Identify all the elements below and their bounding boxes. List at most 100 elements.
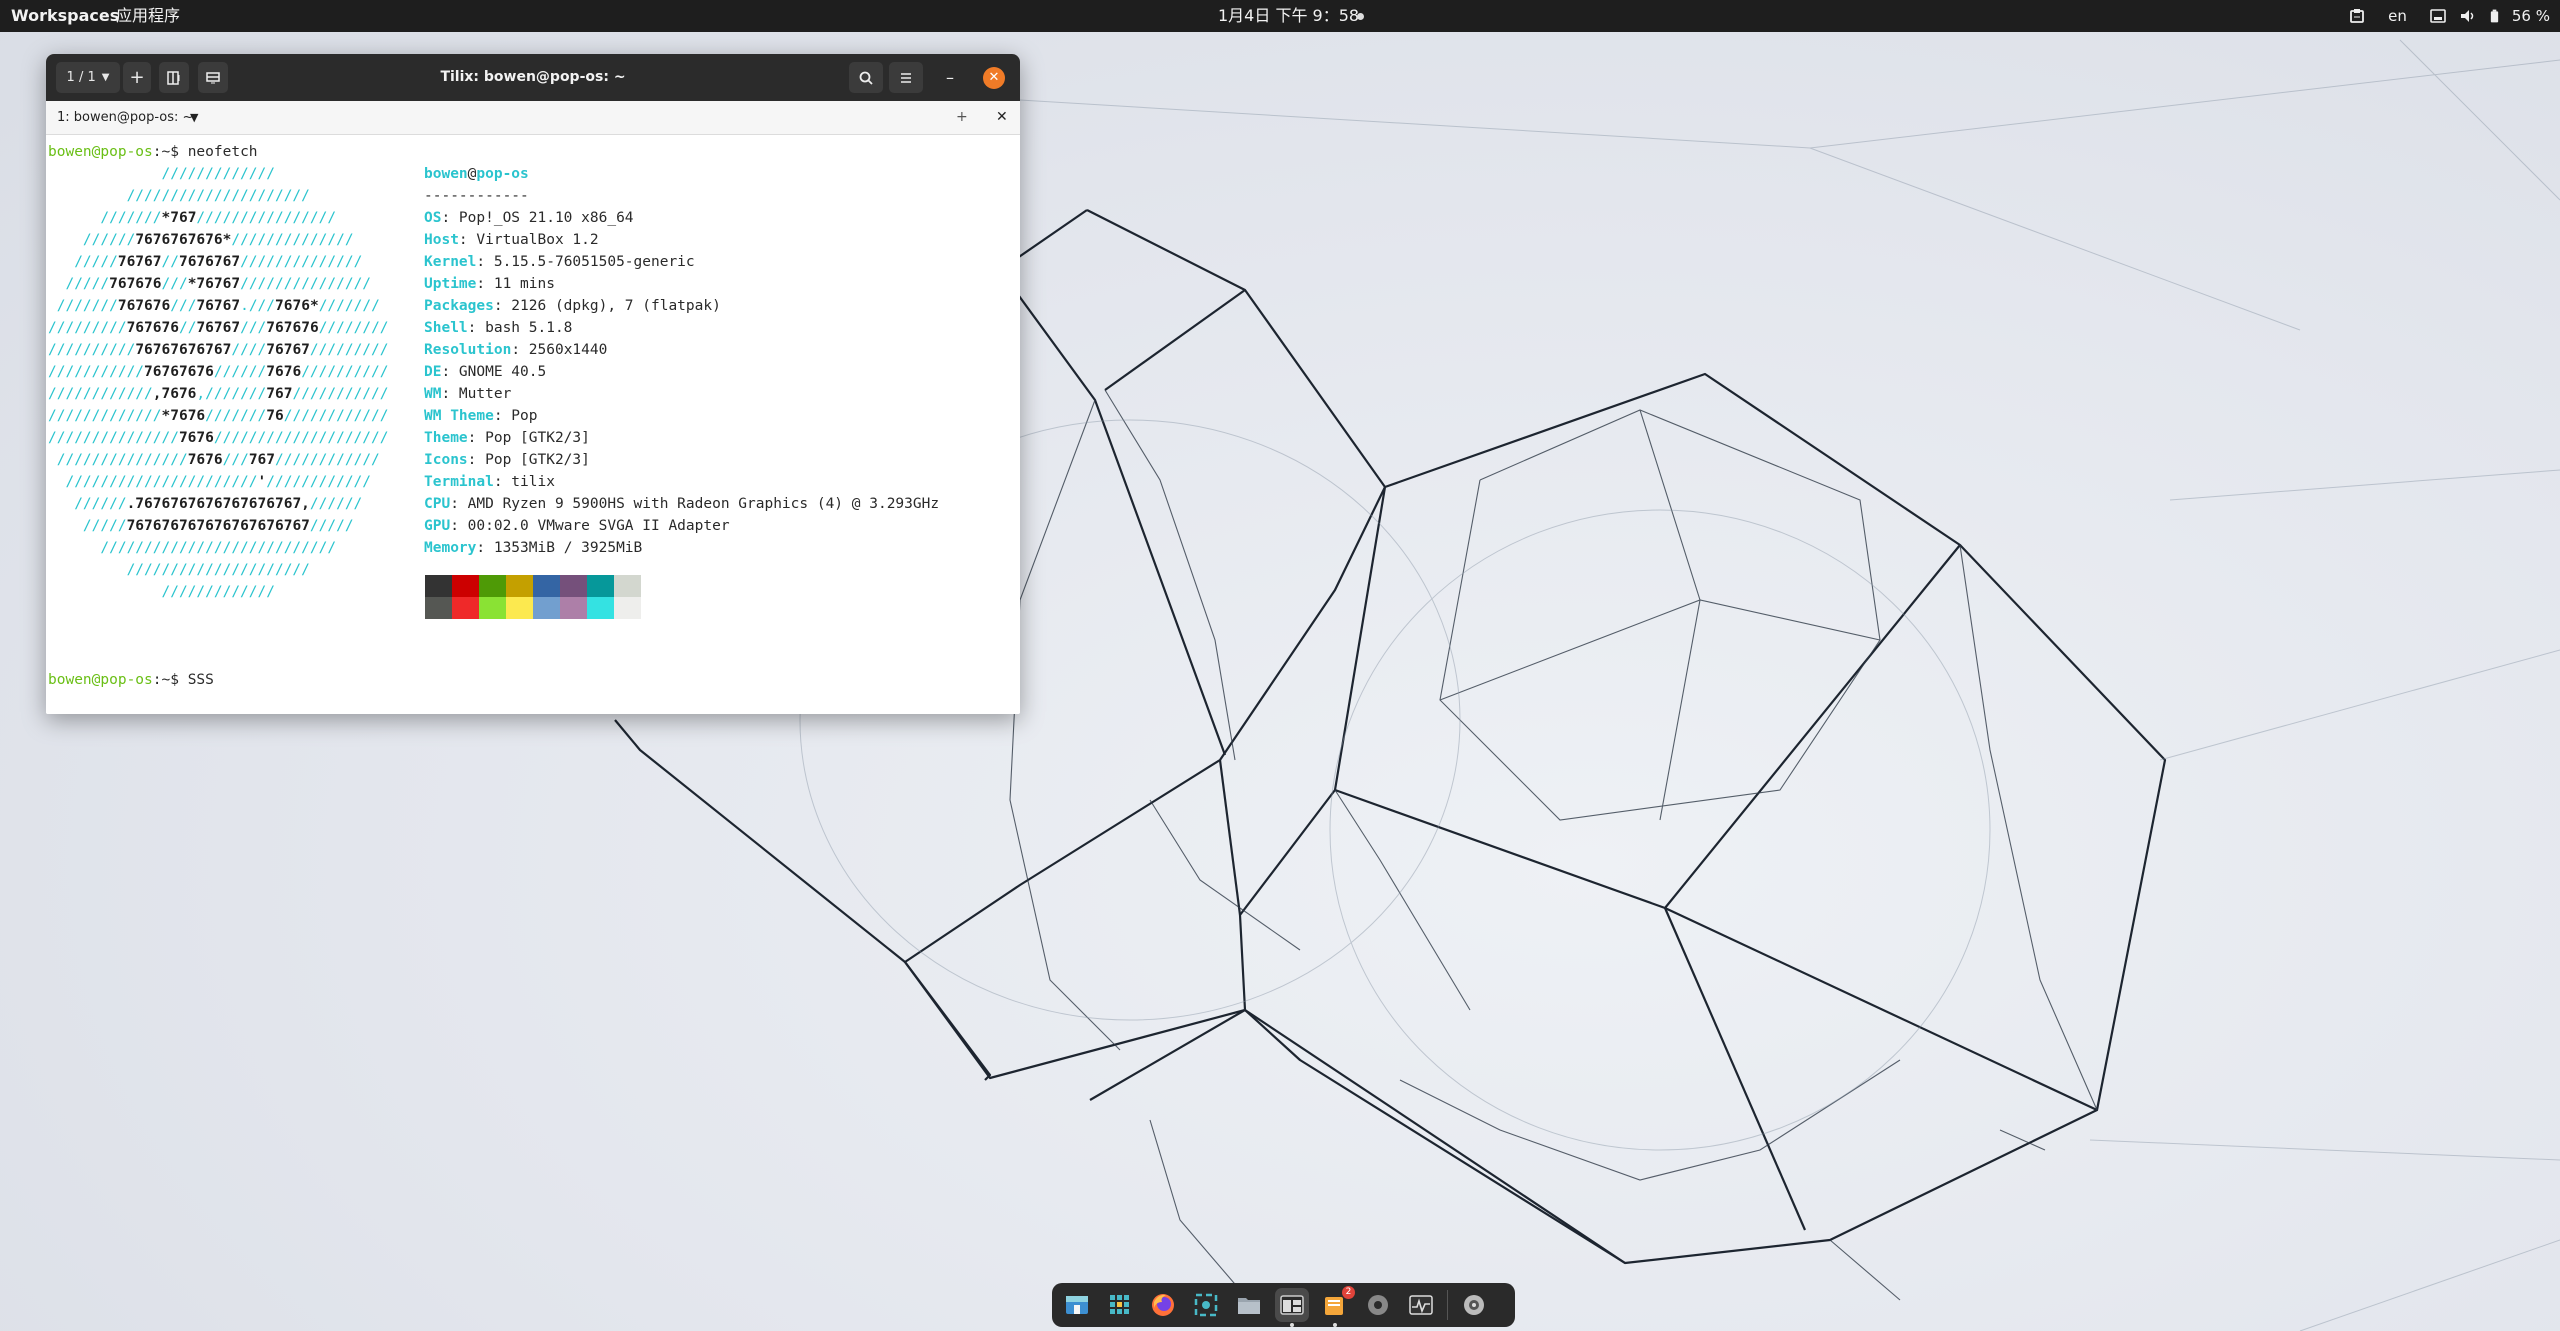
- disc-icon: [1464, 1295, 1484, 1315]
- dock-item-firefox[interactable]: [1146, 1288, 1180, 1322]
- network-icon: [2430, 9, 2446, 23]
- header-separator: ------------: [424, 188, 529, 204]
- terminal-tab-bar[interactable]: 1: bowen@pop-os: ~ ▼ + ✕: [46, 101, 1020, 135]
- info-key: Shell: [424, 320, 468, 336]
- chevron-down-icon[interactable]: ▼: [190, 101, 198, 134]
- ascii-row: //////7676767676*//////////////: [48, 229, 354, 251]
- search-icon: [859, 71, 873, 85]
- clock[interactable]: 1月4日 下午 9：58: [1218, 0, 1359, 32]
- ascii-segment: 7676767676*: [135, 232, 232, 248]
- info-row: Resolution: 2560x1440: [424, 339, 607, 361]
- ascii-segment: ///////////////: [48, 430, 179, 446]
- system-tray[interactable]: en 56 %: [2348, 0, 2550, 32]
- info-key: OS: [424, 210, 442, 226]
- tilix-icon: [1280, 1295, 1304, 1315]
- ascii-segment: ,: [196, 386, 206, 402]
- clipboard-icon[interactable]: [2348, 8, 2366, 24]
- workspaces-button[interactable]: Workspaces: [11, 0, 119, 32]
- ascii-segment: ///////////: [292, 386, 389, 402]
- dock-item-files[interactable]: [1232, 1288, 1266, 1322]
- ascii-row: /////////////////////: [48, 559, 310, 581]
- ascii-row: /////////////////////: [48, 185, 310, 207]
- ascii-row: //////////76767676767////76767/////////: [48, 339, 389, 361]
- dock-item-tilix[interactable]: [1275, 1288, 1309, 1327]
- ascii-segment: 76767676767: [135, 342, 232, 358]
- ascii-segment: ///////: [48, 298, 118, 314]
- info-key: Theme: [424, 430, 468, 446]
- ascii-segment: 76767: [196, 298, 241, 314]
- palette-swatch: [533, 597, 560, 619]
- ascii-row: ///////*767////////////////: [48, 207, 336, 229]
- hamburger-icon: [901, 72, 911, 83]
- ascii-segment: ///: [240, 320, 267, 336]
- ascii-row: /////////////*7676///////76////////////: [48, 405, 389, 427]
- add-terminal-icon[interactable]: +: [956, 101, 968, 134]
- ascii-row: /////////////: [48, 581, 275, 603]
- ascii-segment: 76767: [117, 254, 162, 270]
- palette-swatch: [560, 597, 587, 619]
- ascii-segment: //////: [48, 496, 127, 512]
- dock-item-disc[interactable]: [1457, 1288, 1491, 1322]
- running-indicator: [1290, 1323, 1294, 1327]
- ascii-segment: //: [161, 254, 179, 270]
- close-terminal-icon[interactable]: ✕: [996, 101, 1008, 134]
- ascii-segment: /////: [48, 518, 127, 534]
- info-value: : tilix: [493, 474, 555, 490]
- info-value: : 5.15.5-76051505-generic: [476, 254, 695, 270]
- dock-item-system-monitor[interactable]: [1404, 1288, 1438, 1322]
- ascii-segment: 7676: [187, 452, 223, 468]
- dock-item-app-grid[interactable]: [1103, 1288, 1137, 1322]
- info-row: Theme: Pop [GTK2/3]: [424, 427, 590, 449]
- minimize-button[interactable]: –: [939, 67, 961, 89]
- ascii-segment: 7676767: [178, 254, 241, 270]
- palette-swatch: [479, 575, 506, 597]
- palette-swatch: [425, 575, 452, 597]
- tilix-window[interactable]: 1 / 1 ▼ + Tilix: bowen@pop-os: ~ – ✕ 1: …: [46, 54, 1020, 714]
- palette-swatch: [614, 575, 641, 597]
- terminal-output[interactable]: bowen@pop-os:~$ neofetch ///////////// /…: [46, 135, 1020, 714]
- ascii-segment: 7676: [178, 430, 214, 446]
- dock-item-screenshot[interactable]: [1189, 1288, 1223, 1322]
- window-titlebar[interactable]: 1 / 1 ▼ + Tilix: bowen@pop-os: ~ – ✕: [46, 54, 1020, 101]
- keyboard-layout[interactable]: en: [2388, 7, 2407, 25]
- palette-swatch: [587, 597, 614, 619]
- ascii-segment: ////////////////////: [213, 430, 389, 446]
- ascii-row: ///////////76767676//////7676//////////: [48, 361, 389, 383]
- ascii-segment: ///////: [318, 298, 380, 314]
- ascii-row: ///////////////7676///767////////////: [48, 449, 380, 471]
- ascii-segment: /////////////////////: [48, 188, 310, 204]
- info-row: Uptime: 11 mins: [424, 273, 555, 295]
- header-host: pop-os: [476, 166, 529, 182]
- notification-badge: 2: [1342, 1286, 1355, 1299]
- ascii-segment: 767: [248, 452, 276, 468]
- ascii-segment: ///////////: [48, 364, 145, 380]
- info-value: : VirtualBox 1.2: [458, 232, 599, 248]
- battery-percent: 56 %: [2511, 7, 2550, 25]
- terminal-tab-label[interactable]: 1: bowen@pop-os: ~: [57, 101, 193, 134]
- status-icons[interactable]: 56 %: [2429, 7, 2550, 25]
- info-value: : Pop [GTK2/3]: [467, 452, 590, 468]
- palette-swatch: [506, 597, 533, 619]
- menu-button[interactable]: [889, 62, 923, 93]
- dock-item-notes[interactable]: 2: [1318, 1286, 1355, 1327]
- info-row: DE: GNOME 40.5: [424, 361, 546, 383]
- search-button[interactable]: [849, 62, 883, 93]
- applications-button[interactable]: 应用程序: [116, 0, 180, 32]
- palette-swatch: [587, 575, 614, 597]
- dock-item-settings[interactable]: [1361, 1288, 1395, 1322]
- palette-swatch: [506, 575, 533, 597]
- info-key: DE: [424, 364, 442, 380]
- ascii-segment: 76767: [196, 320, 241, 336]
- ascii-segment: /////: [48, 276, 110, 292]
- ascii-segment: //////: [309, 496, 363, 512]
- close-button[interactable]: ✕: [983, 67, 1005, 89]
- ascii-row: /////76767//7676767//////////////: [48, 251, 362, 273]
- ascii-segment: *767: [161, 210, 197, 226]
- close-icon: ✕: [988, 70, 1000, 85]
- info-key: CPU: [424, 496, 451, 512]
- ascii-segment: .: [240, 298, 249, 314]
- dock-item-pop-shop[interactable]: [1060, 1288, 1094, 1322]
- palette-swatch: [425, 597, 452, 619]
- header-user: bowen: [424, 166, 468, 182]
- ascii-row: ////////////,7676,///////767///////////: [48, 383, 389, 405]
